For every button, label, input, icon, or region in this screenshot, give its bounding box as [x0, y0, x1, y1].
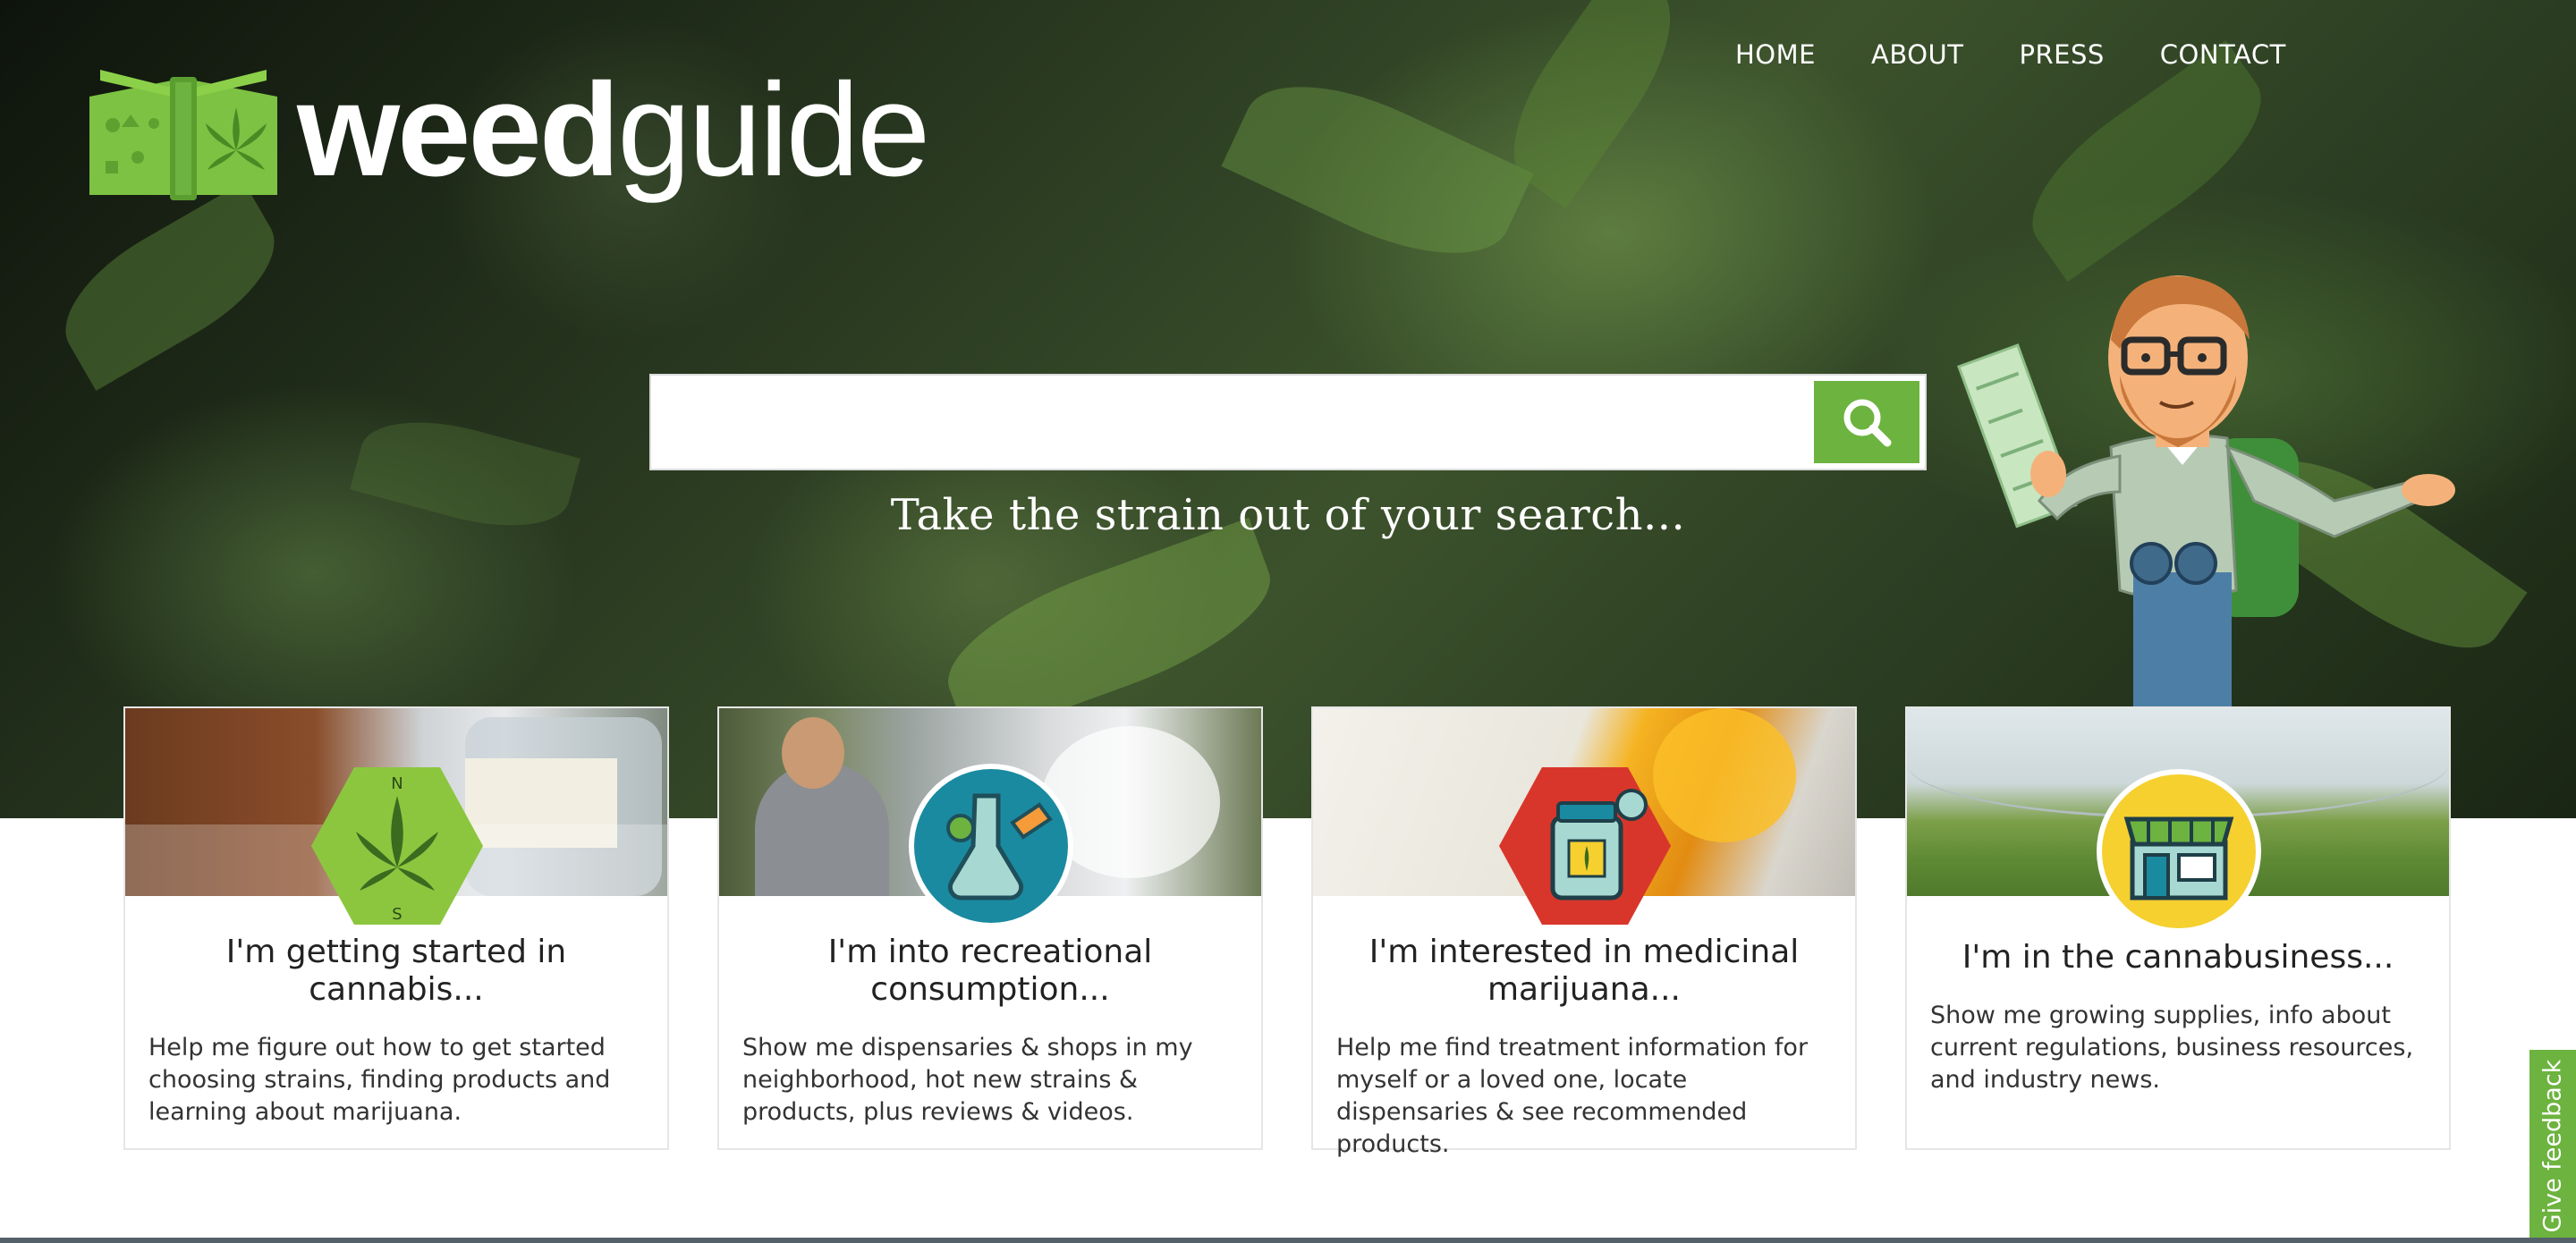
card-description: Help me figure out how to get started ch… [148, 1034, 611, 1126]
card-description: Show me growing supplies, info about cur… [1930, 1002, 2414, 1094]
search-input[interactable] [651, 376, 1814, 469]
nav-press[interactable]: PRESS [2019, 39, 2104, 70]
card-recreational[interactable]: I'm into recreational consumption... Sho… [717, 706, 1263, 1150]
card-title: I'm in the cannabusiness... [1962, 939, 2394, 976]
storefront-icon [2097, 769, 2261, 934]
main-nav: HOME ABOUT PRESS CONTACT [1735, 39, 2286, 70]
card-description: Help me find treatment information for m… [1336, 1034, 1809, 1158]
card-description: Show me dispensaries & shops in my neigh… [742, 1034, 1193, 1126]
logo-text-bold: weed [297, 56, 620, 204]
leaf-decoration [42, 182, 298, 391]
card-getting-started[interactable]: N S I'm getting started in cannabis... H… [123, 706, 669, 1150]
compass-leaf-icon: N S [311, 767, 483, 925]
card-medicinal[interactable]: I'm interested in medicinal marijuana...… [1311, 706, 1857, 1158]
bong-icon [909, 764, 1073, 928]
nav-about[interactable]: ABOUT [1871, 39, 1964, 70]
search-icon [1843, 399, 1892, 447]
search-button[interactable] [1814, 381, 1919, 463]
nav-contact[interactable]: CONTACT [2160, 39, 2286, 70]
logo-wordmark: weedguide [297, 64, 930, 197]
give-feedback-label: Give feedback [2538, 1059, 2567, 1232]
card-title: I'm into recreational consumption... [827, 934, 1153, 1008]
search-bar [649, 374, 1927, 470]
leaf-decoration [1221, 52, 1534, 288]
logo-text-light: guide [617, 56, 930, 204]
explorer-mascot-illustration [1957, 275, 2455, 715]
medicine-jar-icon [1499, 767, 1671, 925]
card-title: I'm getting started in cannabis... [225, 934, 567, 1008]
card-title: I'm interested in medicinal marijuana... [1368, 934, 1800, 1008]
site-logo[interactable]: weedguide [82, 61, 930, 200]
nav-home[interactable]: HOME [1735, 39, 1816, 70]
give-feedback-tab[interactable]: Give feedback [2528, 1048, 2576, 1243]
leaf-decoration [2005, 39, 2288, 283]
svg-text:N: N [391, 774, 402, 793]
pill-bottle [1653, 708, 1796, 842]
page-footer-strip [0, 1238, 2576, 1243]
svg-text:S: S [392, 905, 402, 924]
card-cannabusiness[interactable]: I'm in the cannabusiness... Show me grow… [1905, 706, 2451, 1150]
book-leaf-icon [89, 70, 277, 200]
man-head [782, 717, 844, 789]
